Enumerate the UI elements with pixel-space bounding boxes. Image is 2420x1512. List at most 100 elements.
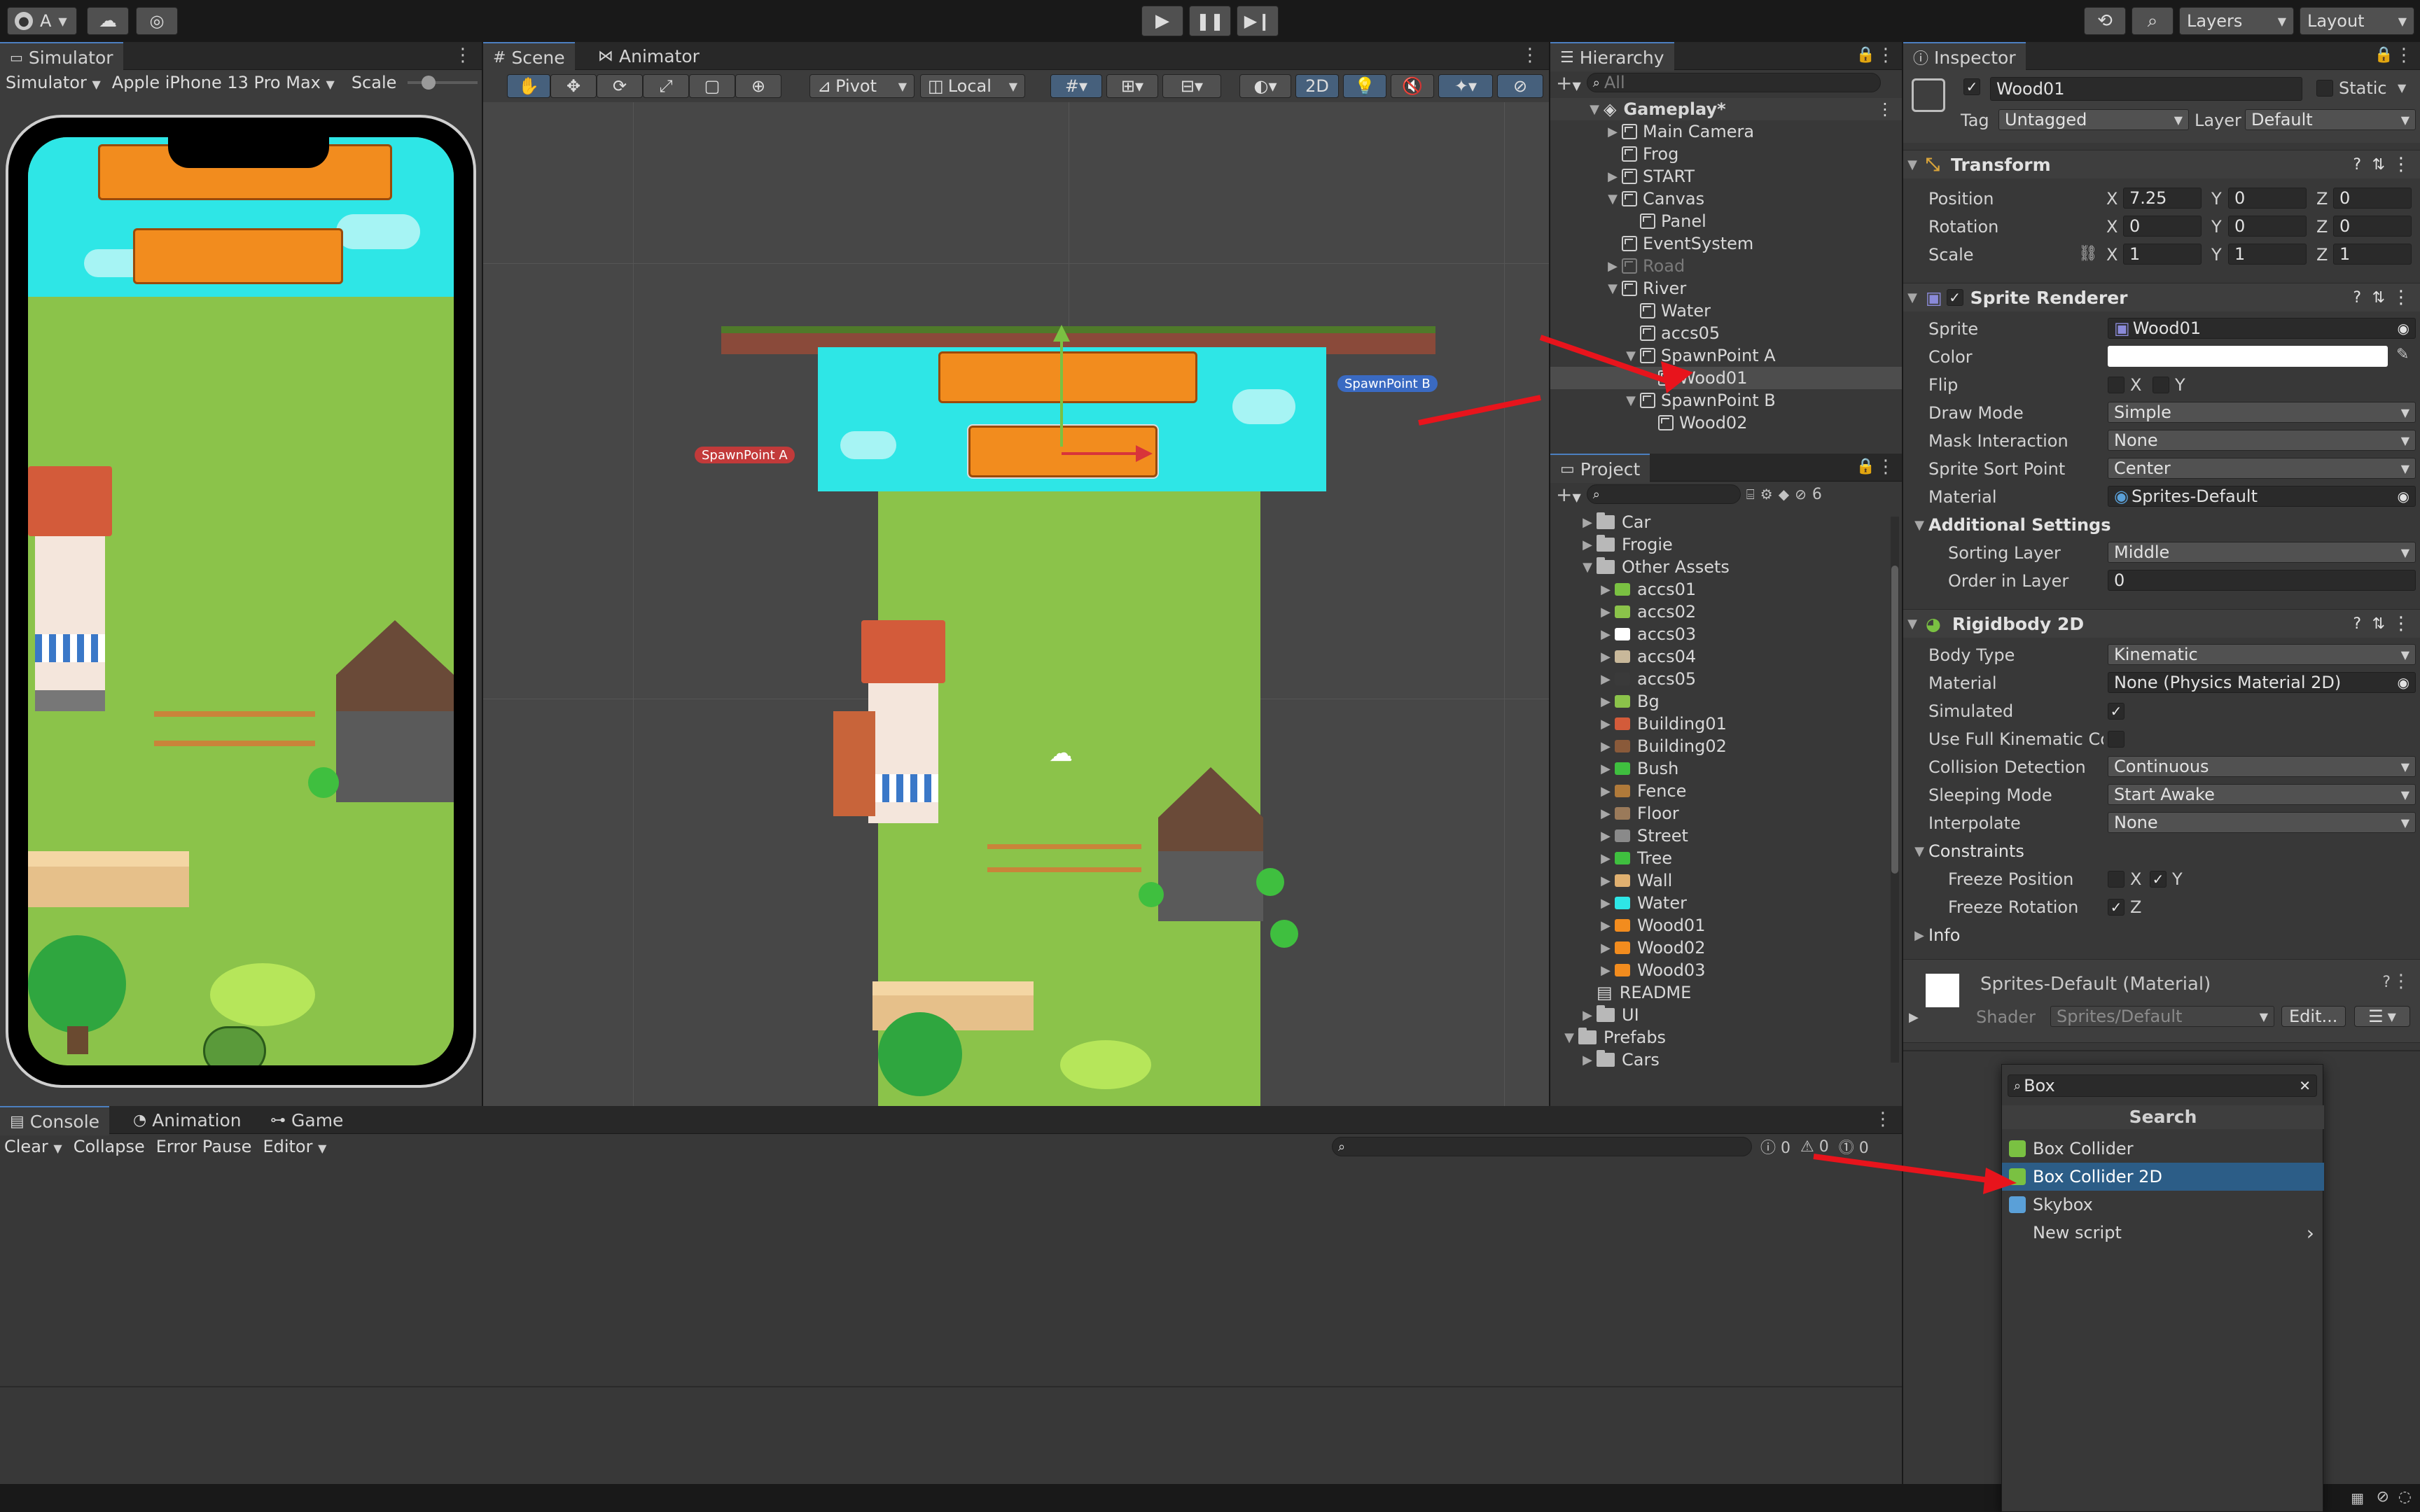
create-asset-button[interactable]: +▼: [1556, 483, 1581, 506]
project-item[interactable]: ▶ accs05: [1550, 668, 1696, 690]
scale-x-field[interactable]: 1: [2123, 244, 2202, 265]
hierarchy-item[interactable]: Wood02: [1550, 412, 1902, 434]
collapse-arrow-icon[interactable]: ▶: [1597, 918, 1615, 933]
hierarchy-item[interactable]: ▼ ◈ Gameplay* ⋮: [1550, 98, 1902, 120]
project-item[interactable]: ▶ Wall: [1550, 869, 1672, 892]
simulator-mode-dropdown[interactable]: Simulator ▼: [6, 73, 101, 92]
increment-snap-button[interactable]: ⊟▾: [1162, 74, 1221, 98]
collision-detection-dropdown[interactable]: Continuous ▼: [2108, 756, 2416, 777]
transform-tool-button[interactable]: ⊕: [735, 74, 781, 98]
interpolate-dropdown[interactable]: None ▼: [2108, 812, 2416, 833]
object-picker-icon[interactable]: ◉: [2398, 320, 2409, 337]
rigidbody2d-section-header[interactable]: ▼ ◕ Rigidbody 2D ? ⇅ ⋮: [1903, 609, 2420, 638]
scale-z-label[interactable]: Z: [2316, 245, 2328, 265]
move-tool-button[interactable]: ✥: [550, 74, 597, 98]
hierarchy-item[interactable]: accs05: [1550, 322, 1902, 344]
filter-label-icon[interactable]: ◆: [1779, 486, 1789, 503]
color-swatch[interactable]: [2108, 346, 2388, 367]
expand-arrow-icon[interactable]: ▶: [1909, 1010, 1919, 1025]
more-options-icon[interactable]: ⋮: [2392, 287, 2410, 308]
collab-button[interactable]: ◎: [136, 7, 178, 35]
sprite-sort-point-dropdown[interactable]: Center ▼: [2108, 458, 2416, 479]
freeze-position-y-checkbox[interactable]: ✓: [2150, 871, 2167, 888]
rect-tool-button[interactable]: ▢: [689, 74, 735, 98]
collapse-arrow-icon[interactable]: ▶: [1597, 672, 1615, 687]
clear-search-icon[interactable]: ✕: [2299, 1077, 2311, 1094]
project-item[interactable]: ▶ Cars: [1550, 1049, 1660, 1071]
help-icon[interactable]: ?: [2382, 974, 2391, 991]
project-item[interactable]: ▶ Bg: [1550, 690, 1660, 713]
error-count-toggle[interactable]: ⓵ 0: [1839, 1135, 1869, 1158]
additional-settings-foldout[interactable]: ▼ Additional Settings: [1910, 512, 2110, 538]
tab-scene[interactable]: # Scene: [483, 42, 575, 71]
add-object-button[interactable]: +▼: [1556, 71, 1581, 94]
search-button[interactable]: ⌕: [2132, 7, 2174, 35]
project-item[interactable]: ▶ accs02: [1550, 601, 1696, 623]
project-item[interactable]: ▶ Frogie: [1550, 533, 1673, 556]
eyedropper-icon[interactable]: ✎: [2396, 346, 2409, 363]
component-result-item[interactable]: Skybox: [2002, 1191, 2324, 1219]
hierarchy-item[interactable]: Frog: [1550, 143, 1902, 165]
tab-game[interactable]: ⊶ Game: [260, 1106, 353, 1134]
pause-button[interactable]: ❚❚: [1189, 6, 1231, 36]
expand-arrow-icon[interactable]: ▼: [1622, 349, 1640, 363]
edit-shader-button[interactable]: Edit...: [2281, 1006, 2346, 1027]
material-object-field[interactable]: ◉ Sprites-Default ◉: [2108, 486, 2416, 507]
grid-snap-button[interactable]: #▾: [1050, 74, 1102, 98]
sprite-object-field[interactable]: ▣ Wood01 ◉: [2108, 318, 2416, 339]
undo-history-button[interactable]: ⟲: [2084, 7, 2126, 35]
hand-tool-button[interactable]: ✋: [507, 74, 550, 98]
collapse-arrow-icon[interactable]: ▶: [1578, 1053, 1597, 1068]
help-icon[interactable]: ?: [2353, 615, 2361, 633]
scale-y-label[interactable]: Y: [2211, 245, 2222, 265]
project-item[interactable]: ▶ Bush: [1550, 757, 1678, 780]
sprite-renderer-enabled-checkbox[interactable]: ✓: [1946, 289, 1963, 306]
lock-icon[interactable]: 🔒: [1856, 458, 1875, 475]
project-item[interactable]: ▶ accs01: [1550, 578, 1696, 601]
project-item[interactable]: ▶ Wood01: [1550, 914, 1705, 937]
rotation-y-field[interactable]: 0: [2228, 216, 2307, 237]
collapse-arrow-icon[interactable]: ▶: [1604, 259, 1622, 274]
hierarchy-item[interactable]: ▶ Road: [1550, 255, 1902, 277]
project-item[interactable]: ▶ Floor: [1550, 802, 1679, 825]
freeze-position-x-checkbox[interactable]: [2108, 871, 2125, 888]
collapse-arrow-icon[interactable]: ▶: [1597, 694, 1615, 709]
layout-dropdown[interactable]: Layout ▼: [2300, 7, 2414, 35]
expand-arrow-icon[interactable]: ▼: [1578, 560, 1597, 575]
simulated-checkbox[interactable]: ✓: [2108, 703, 2125, 720]
more-options-icon[interactable]: ⋮: [2392, 971, 2410, 992]
project-item[interactable]: ▶ Building01: [1550, 713, 1727, 735]
sprite-renderer-section-header[interactable]: ▼ ▣ ✓ Sprite Renderer ? ⇅ ⋮: [1903, 283, 2420, 312]
rotation-y-label[interactable]: Y: [2211, 217, 2222, 237]
collapse-arrow-icon[interactable]: ▶: [1578, 538, 1597, 552]
lock-icon[interactable]: 🔒: [2374, 46, 2393, 64]
scale-y-field[interactable]: 1: [2228, 244, 2307, 265]
layer-dropdown[interactable]: Default ▼: [2245, 109, 2416, 130]
order-in-layer-field[interactable]: 0: [2108, 570, 2416, 591]
chevron-down-icon[interactable]: ▼: [2398, 81, 2406, 94]
collapse-arrow-icon[interactable]: ▶: [1597, 896, 1615, 911]
project-item[interactable]: ▶ accs04: [1550, 645, 1696, 668]
project-item[interactable]: ▼ Prefabs: [1550, 1026, 1666, 1049]
scale-x-label[interactable]: X: [2106, 245, 2118, 265]
position-z-field[interactable]: 0: [2333, 188, 2412, 209]
active-checkbox[interactable]: ✓: [1963, 78, 1980, 95]
project-item[interactable]: ▶ Tree: [1550, 847, 1672, 869]
collapse-toggle[interactable]: Collapse: [74, 1137, 145, 1156]
sleeping-mode-dropdown[interactable]: Start Awake ▼: [2108, 784, 2416, 805]
component-result-item[interactable]: New script ›: [2002, 1219, 2324, 1247]
search-scope-icon[interactable]: ⌸: [1746, 486, 1755, 503]
freeze-rotation-z-checkbox[interactable]: ✓: [2108, 899, 2125, 916]
preset-icon[interactable]: ⇅: [2372, 615, 2385, 633]
warning-count-toggle[interactable]: ⚠ 0: [1800, 1138, 1829, 1156]
project-item[interactable]: ▶ Wood02: [1550, 937, 1705, 959]
flip-y-checkbox[interactable]: [2153, 377, 2169, 393]
lock-icon[interactable]: 🔒: [1856, 46, 1875, 64]
project-item[interactable]: ▶ accs03: [1550, 623, 1696, 645]
constrain-proportions-icon[interactable]: ⛓: [2078, 245, 2098, 262]
step-button[interactable]: ▶❙: [1237, 6, 1279, 36]
collapse-arrow-icon[interactable]: ▶: [1597, 762, 1615, 776]
position-x-field[interactable]: 7.25: [2123, 188, 2202, 209]
hierarchy-item[interactable]: EventSystem: [1550, 232, 1902, 255]
local-dropdown[interactable]: ◫ Local ▼: [920, 74, 1025, 98]
